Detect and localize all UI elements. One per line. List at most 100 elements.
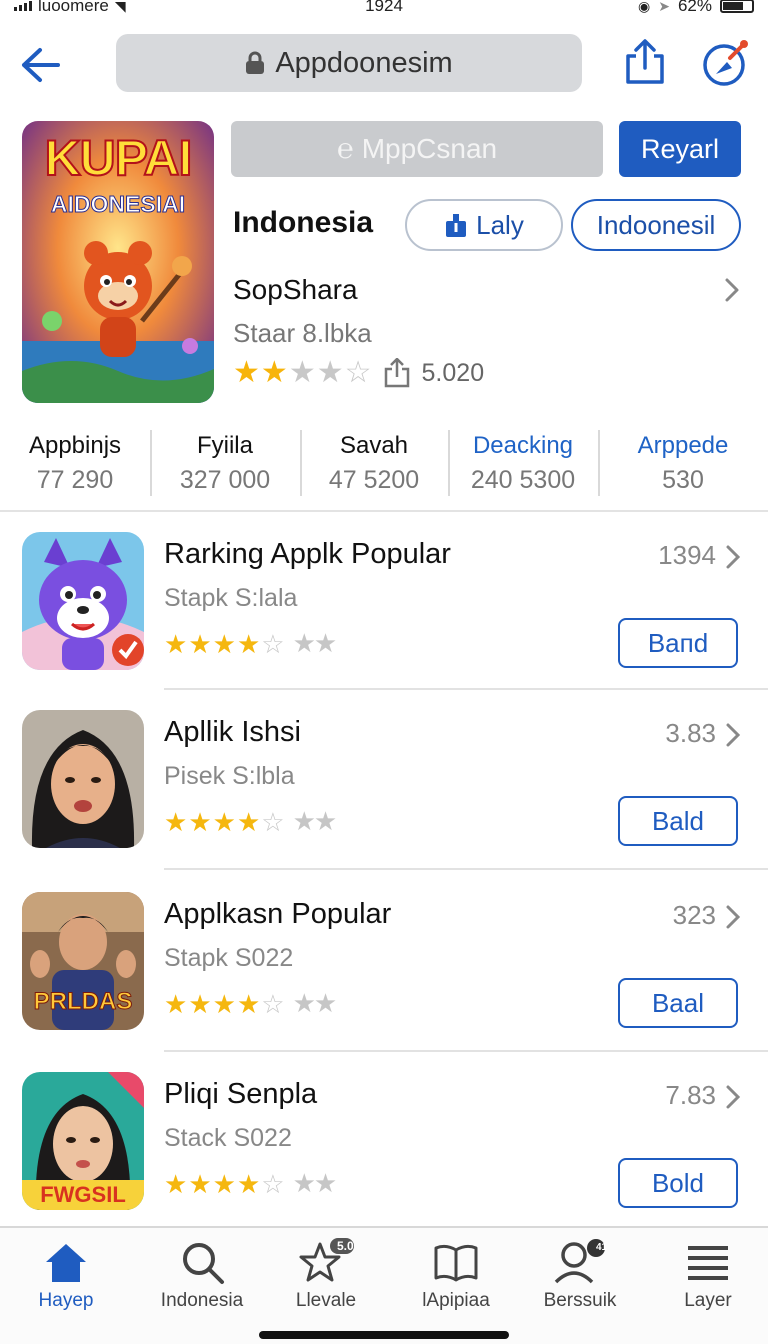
stat-label: Deacking [472,432,574,459]
app-title: Pliqi Senpla [164,1078,318,1110]
tab-label: Indonesia [160,1290,244,1311]
rating-stars: ★ ★ ★ ★ ☆ [164,628,285,659]
alarm-icon: ◉ [638,0,651,14]
extra-stars: ★★ [292,1168,338,1198]
stat-label: Savah [339,432,409,459]
share-icon[interactable] [622,38,668,86]
search-icon [183,1243,224,1284]
featured-app-artwork[interactable]: KUPAI AIDONESIAI [22,121,214,403]
book-icon [434,1244,478,1282]
get-button[interactable]: Bold [618,1158,738,1208]
list-item[interactable]: FWGSIL Pliqi Senpla Stack S022 ★ ★ ★ ★ ☆ ★★ … [0,1072,768,1250]
tab-label: Hayep [38,1290,94,1311]
list-item[interactable]: Apllik Ishsi Pisek S:lbla ★ ★ ★ ★ ☆ ★★ 3.83 … [0,710,768,888]
app-rating: ★ ★ ★ ★ ☆ ★★ [164,628,338,659]
stat-item[interactable]: Appbinjs 77 290 [0,428,150,500]
tab-profile[interactable]: 41 Berssuik [520,1238,640,1312]
app-count: 1394 [658,540,716,570]
stats-row: Appbinjs 77 290 Fyiila 327 000 Savah 47 … [0,428,768,500]
app-icon-text: PRLDAS [33,988,133,1016]
app-rating: ★ ★ ★ ★ ☆ ★★ [164,1168,338,1199]
stat-item[interactable]: Arppede 530 [598,428,768,500]
app-count: 323 [672,900,716,930]
tab-layer[interactable]: Layer [648,1238,768,1312]
menu-icon [688,1246,728,1280]
stat-item[interactable]: Deacking 240 5300 [448,428,598,500]
lock-icon [246,51,265,74]
app-icon [22,710,144,848]
extra-stars: ★★ [292,628,338,658]
chevron-right-icon[interactable] [724,722,742,748]
tab-library[interactable]: lApipiaa [396,1238,516,1312]
section-divider [0,510,768,512]
battery-percent: 62% [677,0,712,15]
app-icon [22,532,144,670]
get-button[interactable]: Baal [618,978,738,1028]
app-count: 7.83 [665,1080,716,1110]
stat-item[interactable]: Fyiila 327 000 [150,428,300,500]
list-item[interactable]: PRLDAS Applkasn Popular Stapk S022 ★ ★ ★ ★ ☆… [0,892,768,1070]
home-indicator[interactable] [259,1331,509,1339]
primary-action-button[interactable]: Reyarl [619,121,741,177]
app-subtitle: Stack S022 [164,1124,292,1152]
stat-value: 240 5300 [470,466,576,494]
row-divider [164,688,768,690]
share-outline-icon[interactable] [382,358,412,388]
search-placeholder: MppCsnan [361,133,498,164]
list-item[interactable]: Rarking Applk Popular Stapk S:lala ★ ★ ★ ★ ☆… [0,532,768,710]
stat-value: 530 [662,466,704,494]
tab-search[interactable]: Indonesia [142,1238,262,1312]
rating-count: 5.020 [421,358,485,387]
stat-value: 47 5200 [328,466,420,494]
search-field[interactable]: ℮ MppCsnan [231,121,603,177]
app-title: Rarking Applk Popular [164,538,451,570]
get-button[interactable]: Baпd [618,618,738,668]
rating-stars: ★ ★ ★ ★ ☆ [164,1168,285,1199]
tab-home[interactable]: Hayep [6,1238,126,1312]
address-bar[interactable]: Appdoonesim [116,34,582,92]
extra-stars: ★★ [292,988,338,1018]
artwork-title: KUPAI [44,129,194,187]
app-rating: ★ ★ ★ ★ ☆ ★★ [164,988,338,1019]
rating-stars: ★ ★ ★ ★ ☆ [164,806,285,837]
app-title: Applkasn Popular [164,898,392,930]
chevron-right-icon[interactable] [724,544,742,570]
developer-name[interactable]: SopShara [233,274,358,306]
home-icon [46,1244,86,1282]
status-time: 1924 [365,0,403,15]
app-rating: ★ ★ ★ ★ ☆ ★★ [164,806,338,837]
featured-app-title: Indonesia [233,206,374,239]
featured-subline: Staar 8.lbka [233,318,372,348]
extra-stars: ★★ [292,806,338,836]
featured-rating: ★ ★ ★ ★ ☆ 5.020 [233,358,484,388]
app-icon: PRLDAS [22,892,144,1030]
tab-bar: Hayep Indonesia 5.0 Llevale lApipiaa 41 … [0,1226,768,1344]
app-icon-text: FWGSIL [40,1182,126,1207]
chevron-right-icon[interactable] [724,904,742,930]
share-small-icon [446,214,467,237]
tab-badge: 5.0 [337,1239,354,1253]
stat-item[interactable]: Savah 47 5200 [300,428,448,500]
compass-icon[interactable] [700,38,750,88]
status-bar: luoomere ◥ 1924 ◉ ➤ 62% [0,0,768,15]
stat-label: Fyiila [196,432,253,459]
tab-badge: 41 [596,1242,608,1253]
chevron-right-icon[interactable] [724,1084,742,1110]
tab-label: Layer [684,1290,732,1311]
app-subtitle: Pisek S:lbla [164,762,295,790]
like-pill-button[interactable]: Laly [405,199,563,251]
tab-label: Llevale [295,1290,357,1311]
get-button[interactable]: Bald [618,796,738,846]
stat-label: Appbinjs [28,432,122,459]
tab-levels[interactable]: 5.0 Llevale [266,1238,386,1312]
back-arrow-icon[interactable] [18,42,64,88]
like-pill-label: Laly [476,209,524,240]
link-icon: ℮ [336,133,354,164]
region-pill-button[interactable]: Indoonesil [571,199,741,251]
row-divider [164,1050,768,1052]
stat-value: 77 290 [36,466,114,494]
address-text: Appdoonesim [275,46,453,79]
battery-icon [720,0,754,13]
stat-label: Arppede [637,432,729,459]
chevron-right-icon[interactable] [722,276,742,304]
